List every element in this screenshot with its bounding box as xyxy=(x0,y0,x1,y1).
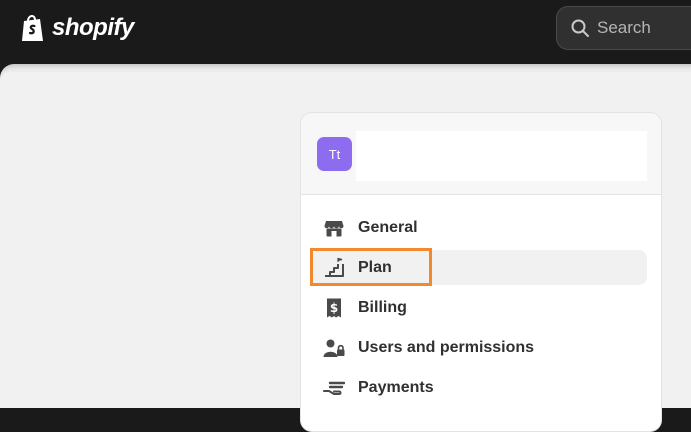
settings-item-label: Billing xyxy=(358,298,407,316)
plan-steps-icon xyxy=(325,257,344,277)
store-avatar[interactable]: Tt xyxy=(317,137,352,171)
users-lock-icon xyxy=(323,339,345,357)
shopify-bag-icon xyxy=(22,15,43,41)
shopify-wordmark: shopify xyxy=(52,14,134,41)
svg-text:$: $ xyxy=(330,301,338,315)
billing-receipt-icon: $ xyxy=(327,298,341,317)
search-placeholder: Search xyxy=(597,18,651,37)
settings-item-label: Payments xyxy=(358,378,434,396)
settings-item-label: Users and permissions xyxy=(358,338,535,356)
settings-item-label: General xyxy=(358,218,418,236)
top-bar: shopify Search xyxy=(0,0,691,58)
store-header: Tt xyxy=(301,113,661,195)
search-icon xyxy=(571,19,589,37)
search-bar[interactable]: Search xyxy=(556,6,691,50)
settings-item-general[interactable]: General xyxy=(311,210,647,245)
shopify-logo[interactable]: shopify xyxy=(20,12,134,44)
store-name-redacted xyxy=(356,131,647,181)
settings-item-payments[interactable]: Payments xyxy=(311,370,647,405)
payments-hand-icon xyxy=(323,381,345,395)
settings-item-label: Plan xyxy=(358,258,392,276)
settings-item-users[interactable]: Users and permissions xyxy=(311,330,647,365)
store-icon xyxy=(324,220,344,236)
settings-item-billing[interactable]: $ Billing xyxy=(311,290,647,325)
settings-panel: Tt General Plan $ Billing Users and perm… xyxy=(300,112,662,432)
settings-item-plan[interactable]: Plan xyxy=(311,250,647,285)
